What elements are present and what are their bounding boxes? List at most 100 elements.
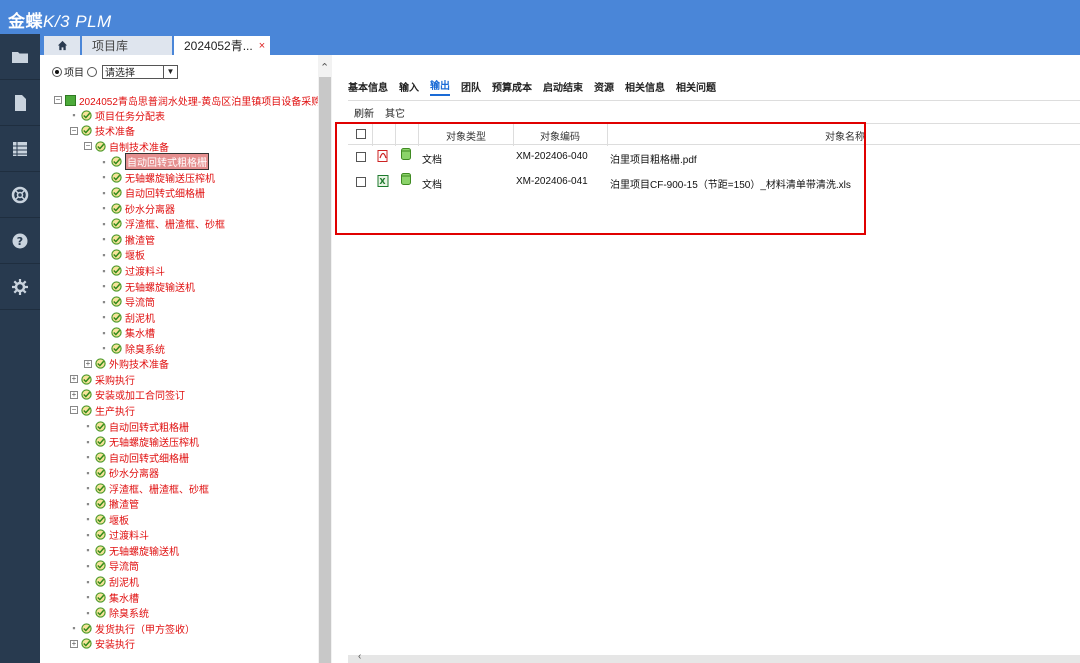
tree-node-label: 砂水分离器 <box>125 204 175 216</box>
tree-node[interactable]: ▪ 导流筒 <box>100 295 155 309</box>
tree-node[interactable]: ▪ 除臭系统 <box>100 341 165 356</box>
tree-node[interactable]: + 安装执行 <box>70 637 135 651</box>
refresh-button[interactable]: 刷新 <box>354 105 374 120</box>
collapse-icon[interactable]: − <box>70 126 78 135</box>
bullet-icon: ▪ <box>102 187 106 198</box>
collapse-icon[interactable]: − <box>84 142 92 151</box>
tab-2[interactable]: 输出 <box>430 77 450 96</box>
sidebar-item-list[interactable] <box>0 126 40 172</box>
tree-node[interactable]: − 自制技术准备 <box>84 139 169 154</box>
close-icon[interactable]: × <box>259 40 265 52</box>
tab-6[interactable]: 资源 <box>594 79 614 94</box>
expand-icon[interactable]: + <box>70 375 78 384</box>
column-header-type[interactable]: 对象类型 <box>446 128 486 143</box>
table-row[interactable]: 文档 XM-202406-040 泊里项目粗格栅.pdf <box>348 145 1080 170</box>
tree-node[interactable]: ▪ 无轴螺旋输送机 <box>84 543 179 558</box>
tab-8[interactable]: 相关问题 <box>676 79 716 94</box>
tree-scrollbar[interactable]: ⌃ <box>318 55 332 663</box>
tree-node[interactable]: + 安装或加工合同签订 <box>70 388 185 402</box>
tree-node-label: 撇渣管 <box>109 500 139 512</box>
sidebar-item-folder[interactable] <box>0 34 40 80</box>
tree-node[interactable]: ▪ 发货执行（甲方签收） <box>70 621 195 636</box>
tab-1[interactable]: 输入 <box>399 79 419 94</box>
tree-node[interactable]: ▪ 集水槽 <box>84 590 139 605</box>
tree-node[interactable]: ▪ 自动回转式粗格栅 <box>100 153 209 171</box>
tree-node[interactable]: ▪ 浮渣框、栅渣框、砂框 <box>100 217 225 231</box>
tab-3[interactable]: 团队 <box>461 79 481 94</box>
tree-node[interactable]: ▪ 除臭系统 <box>84 606 149 620</box>
tree-node-label: 刮泥机 <box>125 313 155 325</box>
tab-5[interactable]: 启动结束 <box>543 79 583 94</box>
expand-icon[interactable]: + <box>70 390 78 399</box>
tree-node-label: 生产执行 <box>95 406 135 418</box>
tree-node[interactable]: ▪ 浮渣框、栅渣框、砂框 <box>84 481 209 496</box>
sidebar-item-help[interactable]: ? <box>0 218 40 264</box>
tree-node[interactable]: ▪ 过渡料斗 <box>84 528 149 542</box>
tree-node[interactable]: ▪ 砂水分离器 <box>100 201 175 216</box>
type-select[interactable]: 请选择 ▼ <box>102 64 178 79</box>
radio-project[interactable] <box>52 66 62 77</box>
row-checkbox[interactable] <box>356 152 366 162</box>
tree-node[interactable]: − 生产执行 <box>70 403 135 418</box>
column-header-name[interactable]: 对象名称 <box>825 128 865 143</box>
tab-4[interactable]: 预算成本 <box>492 79 532 94</box>
tree-node[interactable]: ▪ 集水槽 <box>100 326 155 340</box>
row-checkbox[interactable] <box>356 177 366 187</box>
task-icon <box>95 420 106 432</box>
collapse-icon[interactable]: − <box>70 406 78 415</box>
tree-node[interactable]: ▪ 堰板 <box>100 248 145 262</box>
tab-current-project[interactable]: 2024052青... × <box>174 36 270 55</box>
tree-node[interactable]: + 采购执行 <box>70 372 135 387</box>
tree-node[interactable]: + 外购技术准备 <box>84 357 169 371</box>
select-all-checkbox[interactable] <box>356 129 366 139</box>
tree-node[interactable]: ▪ 无轴螺旋输送机 <box>100 279 195 294</box>
tree-node[interactable]: − 技术准备 <box>70 124 135 138</box>
tree-node[interactable]: ▪ 自动回转式细格栅 <box>100 186 205 200</box>
bullet-icon: ▪ <box>86 436 90 447</box>
home-tab[interactable] <box>44 36 80 55</box>
tree-node[interactable]: ▪ 项目任务分配表 <box>70 108 165 123</box>
tab-0[interactable]: 基本信息 <box>348 79 388 94</box>
sidebar-item-support[interactable] <box>0 172 40 218</box>
table-row[interactable]: X 文档 XM-202406-041 泊里项目CF-900-15（节距=150）_材料… <box>348 170 1080 195</box>
column-header-code[interactable]: 对象编码 <box>540 128 580 143</box>
sidebar-item-document[interactable] <box>0 80 40 126</box>
tree-node[interactable]: ▪ 撇渣管 <box>84 497 139 511</box>
lifebuoy-icon <box>11 186 29 203</box>
tree-node[interactable]: ▪ 无轴螺旋输送压榨机 <box>84 435 199 449</box>
tree-node[interactable]: ▪ 无轴螺旋输送压榨机 <box>100 170 215 185</box>
bullet-icon: ▪ <box>102 218 106 229</box>
other-button[interactable]: 其它 <box>385 105 405 120</box>
tree-node[interactable]: ▪ 砂水分离器 <box>84 466 159 480</box>
bullet-icon: ▪ <box>86 592 90 603</box>
tree-node[interactable]: ▪ 撇渣管 <box>100 232 155 247</box>
horizontal-scrollbar[interactable]: ‹ <box>348 651 1080 663</box>
sidebar-item-settings[interactable] <box>0 264 40 310</box>
help-icon: ? <box>12 233 28 248</box>
tree-node-label: 自制技术准备 <box>109 142 169 154</box>
task-icon <box>81 638 92 649</box>
tree-node[interactable]: ▪ 自动回转式细格栅 <box>84 450 189 465</box>
tree-node[interactable]: ▪ 导流筒 <box>84 559 139 573</box>
tree-node[interactable]: ▪ 刮泥机 <box>84 575 139 589</box>
tree-node[interactable]: ▪ 自动回转式粗格栅 <box>84 419 189 434</box>
expand-icon[interactable]: + <box>70 639 78 648</box>
tree-node[interactable]: ▪ 过渡料斗 <box>100 264 165 278</box>
tab-project-library[interactable]: 项目库 <box>82 36 172 55</box>
task-icon <box>95 560 106 572</box>
tree-node[interactable]: ▪ 堰板 <box>84 512 129 527</box>
tree-node-label: 集水槽 <box>125 329 155 341</box>
expand-icon[interactable]: + <box>84 359 92 368</box>
collapse-icon[interactable]: − <box>54 96 62 104</box>
scroll-left-icon[interactable]: ‹ <box>358 651 361 662</box>
tree-root[interactable]: − 2024052青岛思普润水处理-黄岛区泊里镇项目设备采购合 <box>54 93 318 108</box>
tree-node-label: 项目任务分配表 <box>95 111 165 123</box>
tree-node-label: 无轴螺旋输送机 <box>109 546 179 558</box>
tab-7[interactable]: 相关信息 <box>625 79 665 94</box>
pdf-file-icon <box>377 150 389 162</box>
scroll-up-icon[interactable]: ⌃ <box>320 61 329 74</box>
scrollbar-thumb[interactable] <box>319 77 331 663</box>
tree-node[interactable]: ▪ 刮泥机 <box>100 310 155 325</box>
radio-other[interactable] <box>87 66 97 77</box>
bullet-icon: ▪ <box>86 529 90 540</box>
